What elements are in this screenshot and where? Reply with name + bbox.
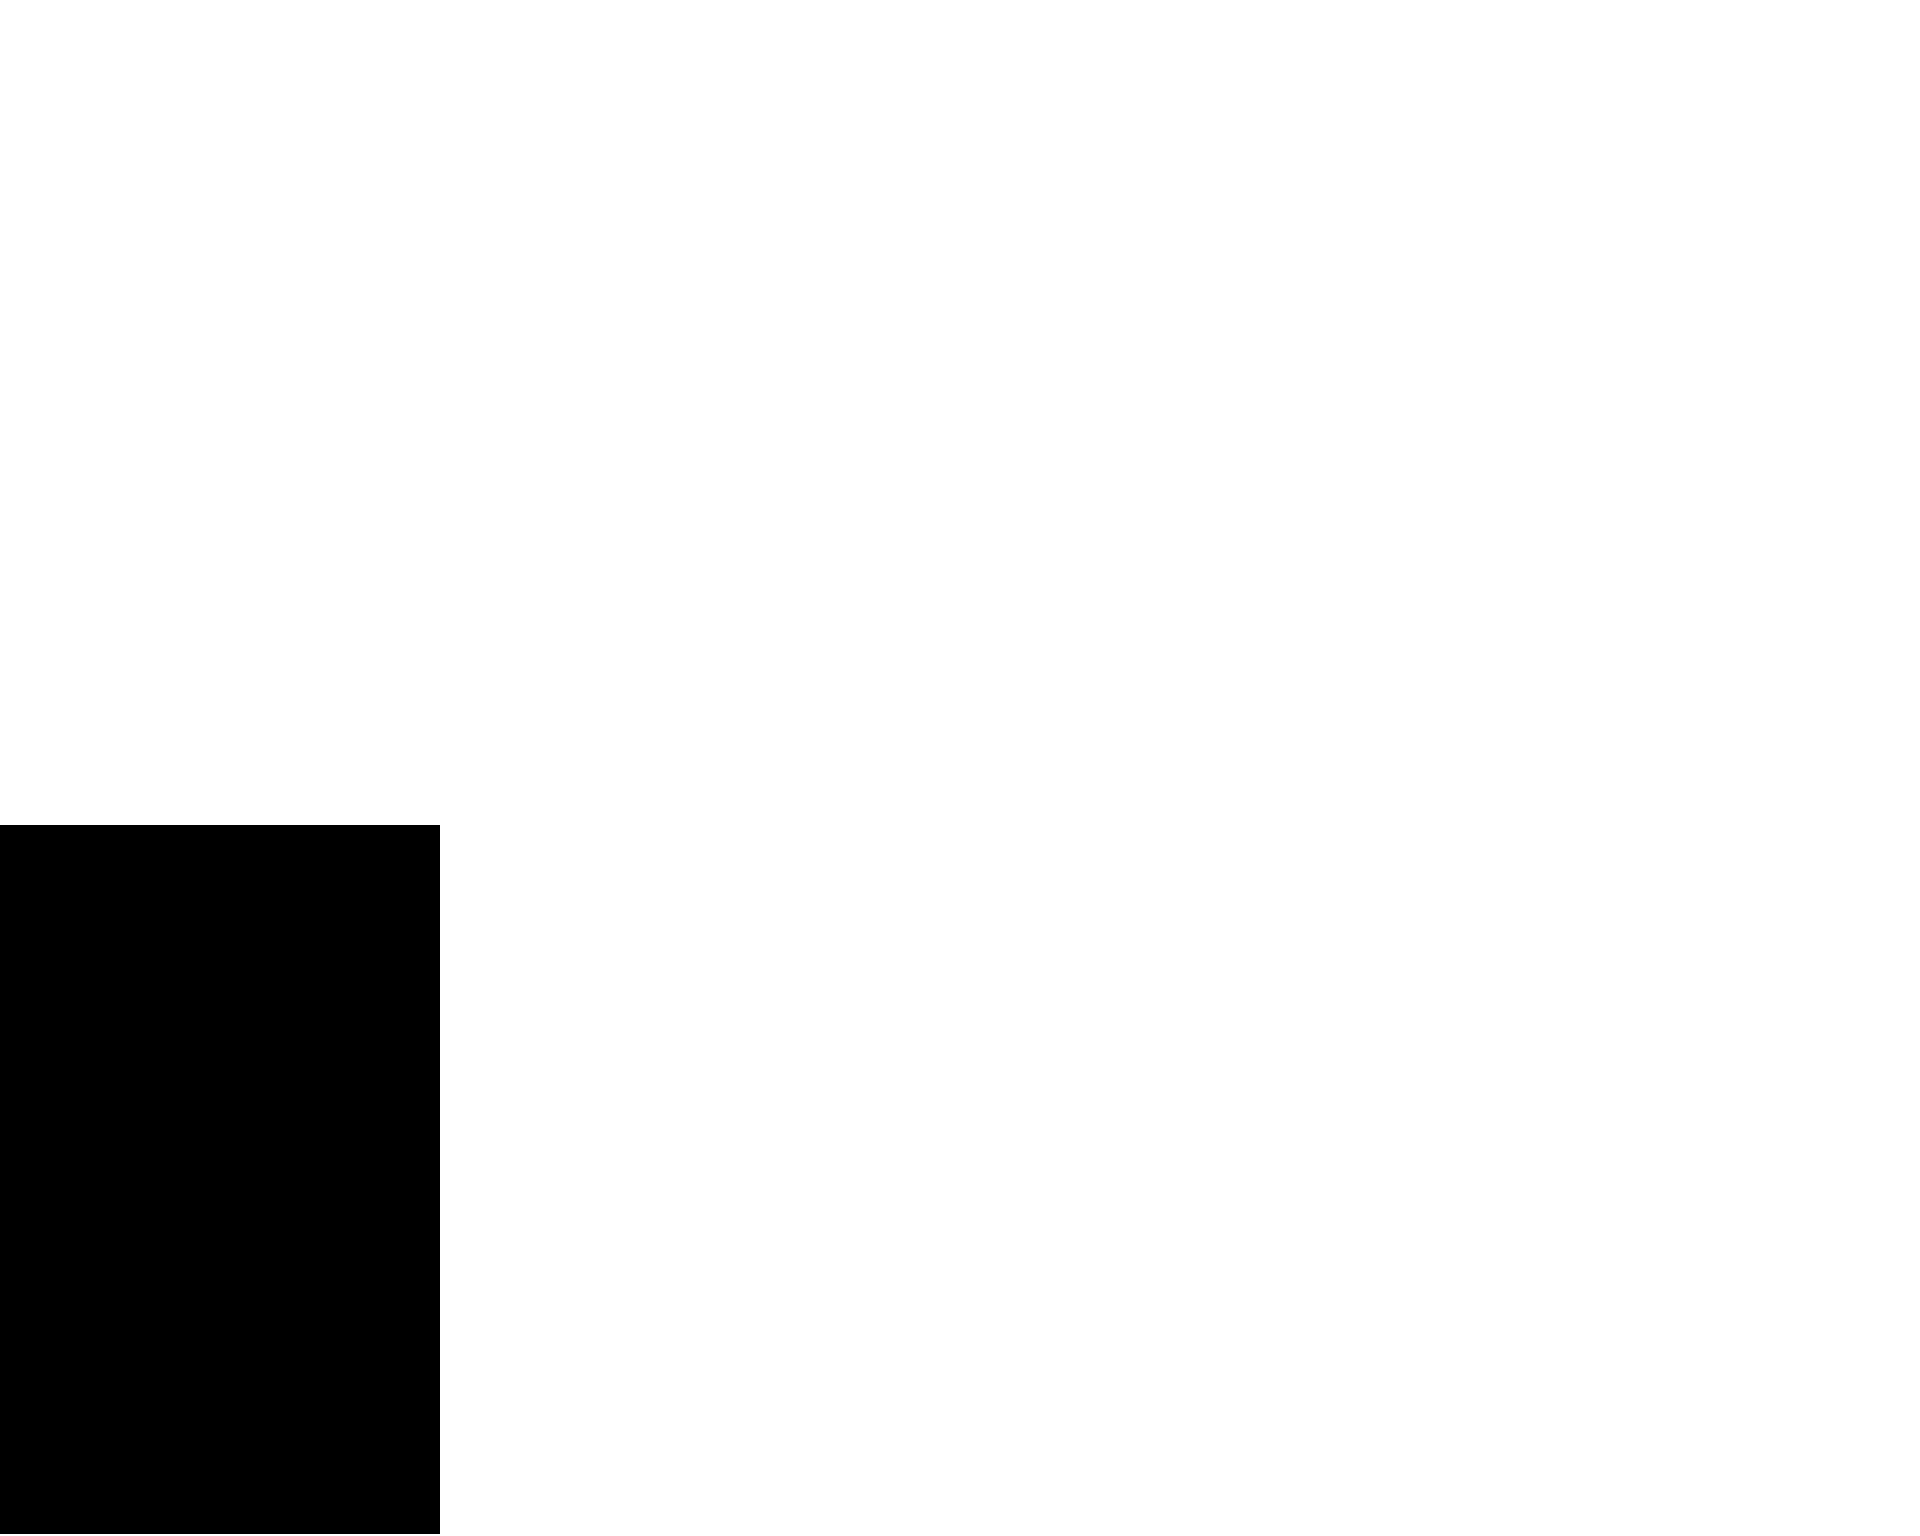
y-axis-title-patterns — [4, 240, 34, 560]
figure-canvas — [0, 0, 1920, 1536]
masked-region-block — [0, 825, 440, 1534]
